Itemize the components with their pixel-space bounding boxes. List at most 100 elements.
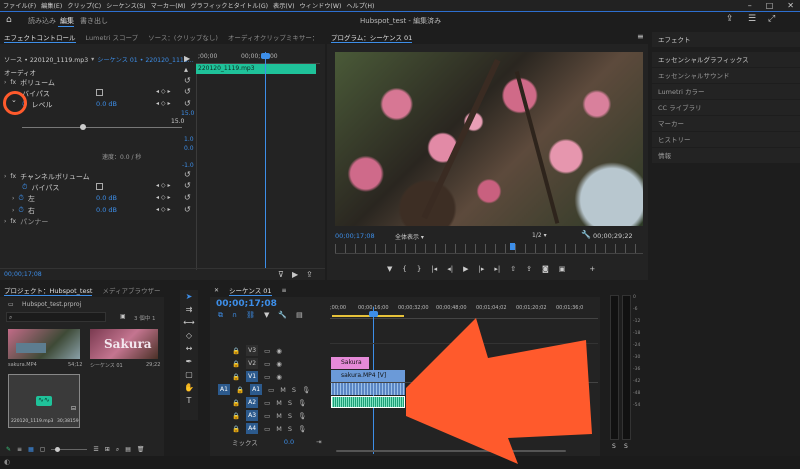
track-label[interactable]: A4 bbox=[246, 423, 259, 434]
workspace-tab-edit[interactable]: 編集 bbox=[60, 16, 74, 26]
fit-dropdown[interactable]: 全体表示 ▾ bbox=[395, 232, 424, 241]
track-label[interactable]: V3 bbox=[246, 345, 259, 356]
thumbnail-sequence[interactable]: Sakura bbox=[90, 329, 158, 359]
workspace-tab-export[interactable]: 書き出し bbox=[80, 16, 108, 26]
timeline-timecode[interactable]: 00;00;17;08 bbox=[216, 299, 277, 309]
quick-export-icon[interactable]: ⇪ bbox=[726, 14, 734, 24]
rectangle-icon[interactable]: ▢ bbox=[185, 370, 193, 379]
lock-icon[interactable]: 🔒 bbox=[232, 412, 240, 420]
track-v2[interactable]: 🔒 V2 ▭ ◉ bbox=[210, 357, 328, 370]
expand-level-icon[interactable]: ⌄ bbox=[11, 96, 17, 104]
program-playhead[interactable] bbox=[510, 243, 515, 250]
panel-cc-libraries[interactable]: CC ライブラリ bbox=[652, 100, 800, 116]
reset-bypass-icon[interactable]: ↺ bbox=[184, 87, 191, 97]
lock-icon[interactable]: 🔒 bbox=[232, 373, 240, 381]
tab-media-browser[interactable]: メディアブラウザー bbox=[102, 285, 160, 295]
expand-panner-icon[interactable]: › bbox=[4, 218, 6, 225]
razor-icon[interactable]: ◇ bbox=[186, 331, 192, 340]
close-tab-icon[interactable]: ✕ bbox=[214, 287, 219, 294]
eye-icon[interactable]: ◉ bbox=[276, 360, 282, 368]
menu-clip[interactable]: クリップ(C) bbox=[67, 1, 101, 10]
program-timecode[interactable]: 00;00;17;08 bbox=[335, 232, 375, 240]
clip-audio-a2[interactable] bbox=[331, 396, 405, 408]
add-marker-icon[interactable]: ▼ bbox=[387, 265, 392, 273]
clip-title-sakura[interactable]: Sakura bbox=[331, 357, 369, 369]
menu-graphics[interactable]: グラフィックとタイトル(G) bbox=[190, 1, 268, 10]
track-v3[interactable]: 🔒 V3 ▭ ◉ bbox=[210, 344, 328, 357]
tab-program[interactable]: プログラム：シーケンス 01 bbox=[331, 32, 413, 43]
new-item-icon[interactable]: ▤ bbox=[125, 446, 131, 453]
mic-icon[interactable]: 🎙 bbox=[298, 399, 306, 407]
stopwatch-icon[interactable]: ⏱ bbox=[22, 183, 27, 192]
mix-track[interactable]: ミックス 0.0 ⇥ bbox=[210, 435, 328, 448]
workspaces-icon[interactable]: ☰ bbox=[748, 14, 756, 24]
wrench-icon[interactable]: 🔧 bbox=[581, 230, 591, 240]
go-to-in-icon[interactable]: |◂ bbox=[431, 265, 437, 273]
level-slider-thumb[interactable] bbox=[80, 124, 86, 130]
panel-info[interactable]: 情報 bbox=[652, 148, 800, 164]
lock-icon[interactable]: 🔒 bbox=[232, 425, 240, 433]
tab-audio-clip-mixer[interactable]: オーディオクリップミキサー： bbox=[228, 32, 318, 42]
thumbnail-audio[interactable]: ∿∿ ⊟ 220120_1119.mp3 30;38159 bbox=[8, 374, 80, 428]
track-select-icon[interactable]: ⇉ bbox=[186, 305, 193, 314]
lock-icon[interactable]: 🔒 bbox=[232, 360, 240, 368]
mute-button[interactable]: M bbox=[276, 399, 282, 407]
panel-menu-icon[interactable]: ≡ bbox=[637, 32, 644, 42]
fx-icon[interactable]: fx bbox=[10, 218, 16, 225]
tab-source[interactable]: ソース：(クリップなし) bbox=[148, 32, 218, 42]
reset-right-icon[interactable]: ↺ bbox=[184, 205, 191, 215]
freeform-view-icon[interactable]: ▢ bbox=[40, 446, 46, 453]
program-video-frame[interactable] bbox=[335, 52, 643, 226]
sync-lock-icon[interactable]: ▭ bbox=[264, 425, 270, 433]
sync-lock-icon[interactable]: ▭ bbox=[264, 373, 270, 381]
panel-markers[interactable]: マーカー bbox=[652, 116, 800, 132]
track-a1[interactable]: A1 🔒 A1 ▭ M S 🎙 bbox=[210, 383, 328, 396]
play-button-icon[interactable]: ▶ bbox=[463, 265, 468, 273]
new-bin-icon[interactable]: ▣ bbox=[120, 312, 126, 322]
sort-icon[interactable]: ☰ bbox=[93, 446, 98, 453]
mic-icon[interactable]: 🎙 bbox=[302, 386, 310, 394]
close-icon[interactable]: ✕ bbox=[787, 1, 794, 10]
icon-view-icon[interactable]: ▦ bbox=[28, 446, 34, 453]
level-slider-track[interactable] bbox=[22, 127, 182, 128]
panel-essential-graphics[interactable]: エッセンシャルグラフィックス bbox=[652, 52, 800, 68]
bypass2-checkbox[interactable] bbox=[96, 183, 103, 190]
track-label[interactable]: A2 bbox=[246, 397, 259, 408]
mic-icon[interactable]: 🎙 bbox=[298, 425, 306, 433]
thumbnail-sakura-video[interactable] bbox=[8, 329, 80, 359]
export-icon[interactable]: ⇪ bbox=[306, 270, 313, 280]
menu-sequence[interactable]: シーケンス(S) bbox=[106, 1, 145, 10]
reset-bypass2-icon[interactable]: ↺ bbox=[184, 181, 191, 191]
source-clip-label[interactable]: ソース • 220120_1119.mp3 bbox=[4, 55, 88, 64]
menu-view[interactable]: 表示(V) bbox=[273, 1, 294, 10]
mix-end-icon[interactable]: ⇥ bbox=[316, 438, 321, 446]
solo-left-button[interactable]: S bbox=[612, 443, 616, 450]
keyframe-nav-icon[interactable]: ◂ ◇ ▸ bbox=[156, 181, 170, 191]
reset-left-icon[interactable]: ↺ bbox=[184, 193, 191, 203]
mute-button[interactable]: M bbox=[276, 412, 282, 420]
ec-playhead[interactable] bbox=[265, 52, 266, 268]
mark-out-icon[interactable]: } bbox=[417, 265, 421, 273]
play-icon[interactable]: ▶ bbox=[292, 270, 298, 280]
tab-lumetri-scopes[interactable]: Lumetri スコープ bbox=[86, 32, 139, 42]
eye-icon[interactable]: ◉ bbox=[276, 347, 282, 355]
expand-volume-icon[interactable]: › bbox=[4, 79, 6, 86]
slip-icon[interactable]: ↔ bbox=[186, 344, 193, 353]
home-icon[interactable]: ⌂ bbox=[6, 15, 12, 25]
sync-lock-icon[interactable]: ▭ bbox=[264, 399, 270, 407]
filter-icon[interactable]: ⊽ bbox=[278, 270, 284, 280]
sync-lock-icon[interactable]: ▭ bbox=[268, 386, 274, 394]
lock-icon[interactable]: 🔒 bbox=[236, 386, 244, 394]
eye-icon[interactable]: ◉ bbox=[276, 373, 282, 381]
track-label[interactable]: V2 bbox=[246, 358, 259, 369]
tab-effects[interactable]: エフェクト bbox=[652, 32, 800, 48]
project-search-input[interactable]: ⌕ bbox=[6, 312, 106, 322]
tab-menu-icon[interactable]: ≡ bbox=[282, 287, 287, 294]
tab-project[interactable]: プロジェクト：Hubspot_test bbox=[4, 285, 93, 296]
keyframe-nav-icon[interactable]: ◂ ◇ ▸ bbox=[156, 87, 170, 97]
lock-icon[interactable]: 🔒 bbox=[232, 347, 240, 355]
menu-window[interactable]: ウィンドウ(W) bbox=[299, 1, 341, 10]
lock-icon[interactable]: 🔒 bbox=[232, 399, 240, 407]
sequence-clip-label[interactable]: シーケンス 01 • 220120_1119... bbox=[97, 55, 193, 64]
ec-timecode[interactable]: 00;00;17;08 bbox=[4, 271, 42, 278]
